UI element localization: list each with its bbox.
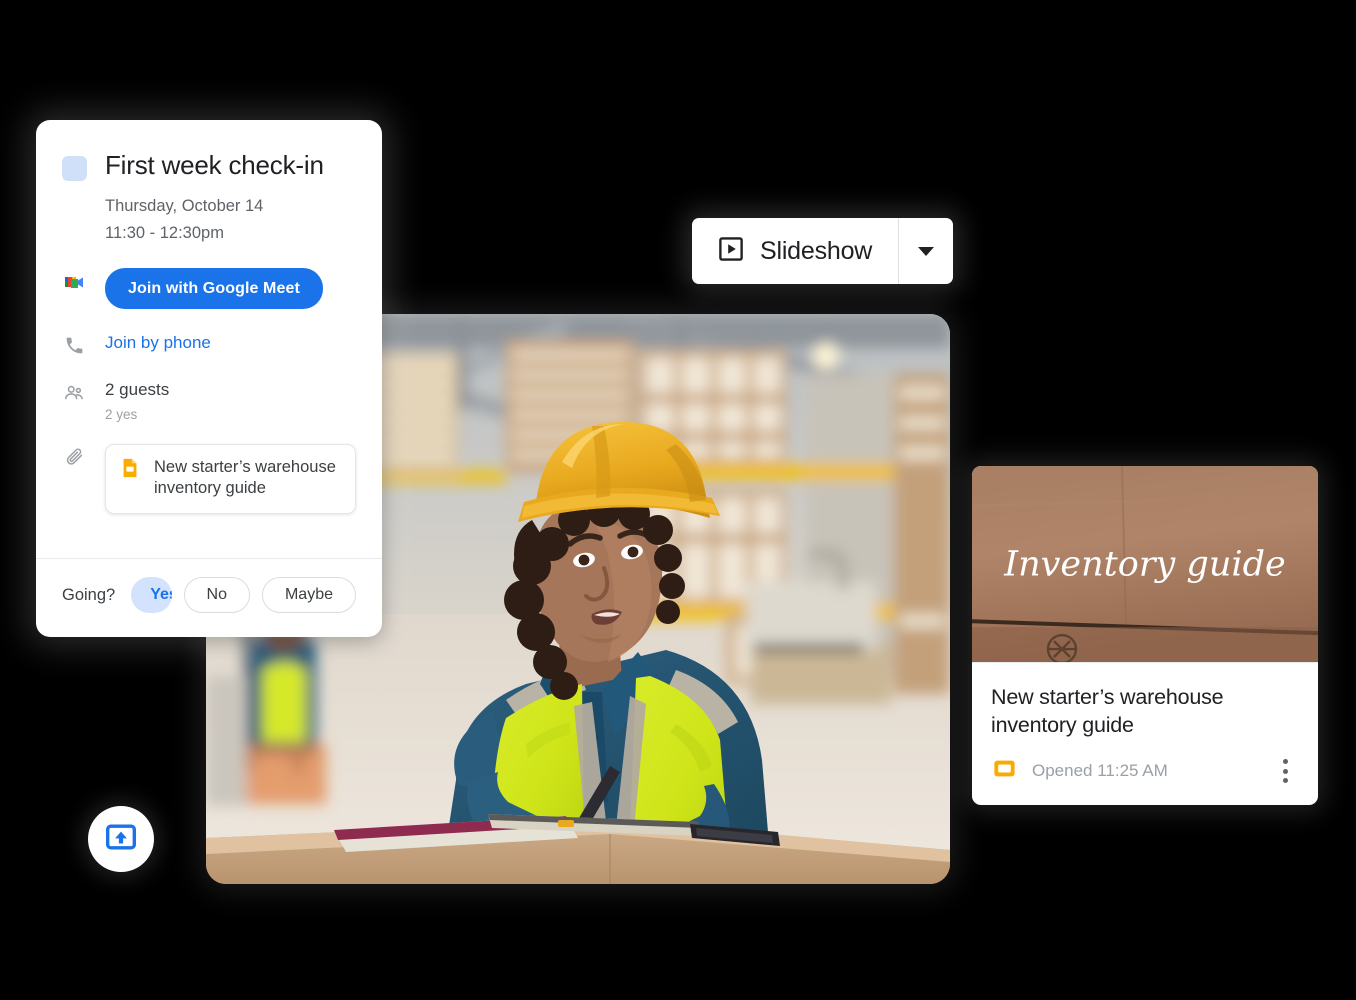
rsvp-yes-button[interactable]: Yes (131, 586, 171, 604)
kebab-dot (1282, 778, 1288, 784)
rsvp-question: Going? (62, 585, 116, 604)
guests-responses: 2 yes (105, 406, 138, 422)
attachment-title: New starter’s warehouse inventory guide (154, 457, 336, 498)
page-root: First week check-in Thursday, October 14… (0, 0, 1356, 1000)
google-slides-icon (119, 457, 141, 484)
thumbnail-overlay-text: Inventory guide (1003, 545, 1285, 585)
kebab-dot (1282, 768, 1288, 774)
event-date: Thursday, October 14 (105, 197, 264, 215)
thumbnail-illustration: Inventory guide (972, 466, 1318, 662)
event-color-swatch (62, 156, 87, 181)
more-vertical-icon[interactable] (1271, 756, 1299, 786)
document-card[interactable]: Inventory guide New starter’s warehouse … (972, 466, 1318, 806)
kebab-dot (1282, 759, 1288, 765)
event-time: 11:30 - 12:30pm (105, 223, 224, 242)
upload-icon (104, 820, 138, 859)
calendar-event-card: First week check-in Thursday, October 14… (36, 120, 382, 638)
chevron-down-icon[interactable] (899, 218, 953, 284)
slideshow-button-group: Slideshow (692, 218, 954, 284)
attachment-row: New starter’s warehouse inventory guide (62, 443, 356, 515)
join-by-phone-link[interactable]: Join by phone (105, 331, 211, 356)
rsvp-no-button[interactable]: No (183, 577, 250, 614)
document-meta-row: Opened 11:25 AM (991, 755, 1299, 787)
slideshow-button[interactable]: Slideshow (692, 218, 898, 284)
document-title: New starter’s warehouse inventory guide (991, 685, 1224, 738)
event-title-row: First week check-in (62, 150, 356, 181)
guests-row: 2 guests 2 yes (62, 379, 356, 422)
meet-row: Join with Google Meet (62, 268, 356, 310)
play-in-box-icon (718, 236, 744, 267)
rsvp-yes-group[interactable]: Yes (131, 577, 172, 614)
phone-icon (62, 333, 86, 357)
guests-count: 2 guests (105, 380, 170, 400)
google-meet-icon (62, 270, 86, 294)
rsvp-maybe-button[interactable]: Maybe (261, 577, 356, 614)
slideshow-label: Slideshow (760, 236, 873, 265)
document-card-info: New starter’s warehouse inventory guide … (972, 663, 1318, 805)
guests-info: 2 guests 2 yes (105, 379, 169, 421)
join-with-google-meet-button[interactable]: Join with Google Meet (105, 268, 323, 310)
event-card-body: First week check-in Thursday, October 14… (36, 120, 382, 532)
paperclip-icon (62, 446, 86, 470)
rsvp-row: Going? Yes No Maybe (36, 559, 382, 637)
phone-row: Join by phone (62, 331, 356, 357)
attachment-chip[interactable]: New starter’s warehouse inventory guide (105, 443, 356, 515)
event-title: First week check-in (105, 150, 324, 180)
google-slides-icon (991, 755, 1018, 787)
people-icon (62, 381, 86, 405)
inventory-guide-thumbnail[interactable]: Inventory guide (972, 466, 1318, 663)
caret-triangle (918, 246, 935, 256)
document-opened-time: Opened 11:25 AM (1032, 761, 1168, 781)
upload-button[interactable] (88, 806, 154, 872)
